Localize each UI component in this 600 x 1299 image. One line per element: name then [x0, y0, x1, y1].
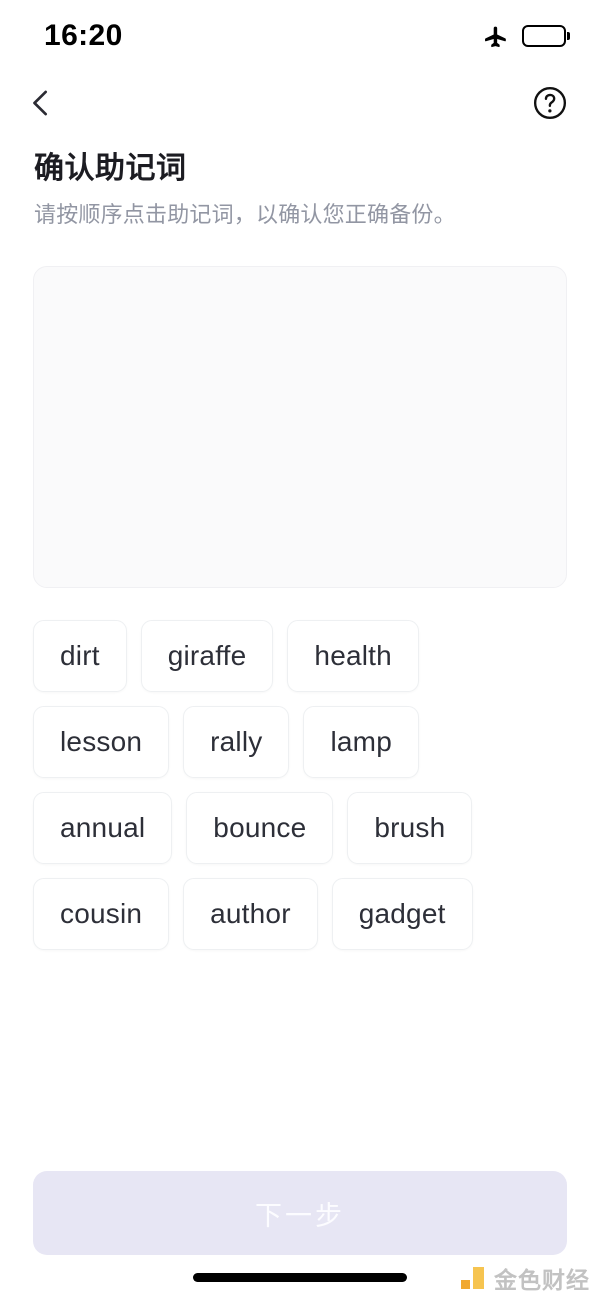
word-chip[interactable]: bounce	[186, 792, 334, 865]
watermark-text: 金色财经	[494, 1266, 590, 1293]
watermark: 金色财经	[461, 1267, 590, 1293]
help-button[interactable]	[530, 83, 570, 123]
word-chip[interactable]: health	[287, 620, 419, 693]
page-title: 确认助记词	[34, 152, 187, 185]
chevron-left-icon	[24, 86, 58, 120]
airplane-mode-icon	[482, 23, 508, 49]
app-screen: 16:20 确认助记词 请按顺序点击助记词，以确认您正确备份。 dirt gir…	[0, 0, 600, 1299]
word-chip[interactable]: giraffe	[140, 620, 274, 693]
selected-words-area[interactable]	[33, 266, 567, 589]
word-chip[interactable]: lesson	[33, 706, 170, 779]
help-circle-icon	[532, 85, 568, 121]
page-subtitle: 请按顺序点击助记词，以确认您正确备份。	[34, 201, 456, 227]
status-time: 16:20	[44, 19, 123, 52]
word-chip[interactable]: rally	[183, 706, 290, 779]
battery-low-power-icon	[522, 25, 566, 47]
status-indicators	[482, 23, 566, 49]
page-header: 确认助记词 请按顺序点击助记词，以确认您正确备份。	[0, 134, 600, 229]
back-button[interactable]	[18, 80, 64, 126]
home-indicator[interactable]	[193, 1272, 407, 1282]
word-bank: dirt giraffe health lesson rally lamp annual bo…	[33, 620, 567, 951]
word-chip[interactable]: cousin	[33, 878, 170, 951]
status-bar: 16:20	[0, 0, 600, 72]
layout-spacer	[0, 950, 600, 1171]
word-chip[interactable]: dirt	[33, 620, 127, 693]
word-chip[interactable]: brush	[347, 792, 473, 865]
navigation-bar	[0, 72, 600, 134]
word-chip[interactable]: annual	[33, 792, 173, 865]
next-button[interactable]: 下一步	[33, 1171, 567, 1255]
jinse-logo-icon	[461, 1267, 487, 1293]
word-chip[interactable]: gadget	[331, 878, 473, 951]
word-chip[interactable]: author	[183, 878, 318, 951]
word-chip[interactable]: lamp	[303, 706, 419, 779]
